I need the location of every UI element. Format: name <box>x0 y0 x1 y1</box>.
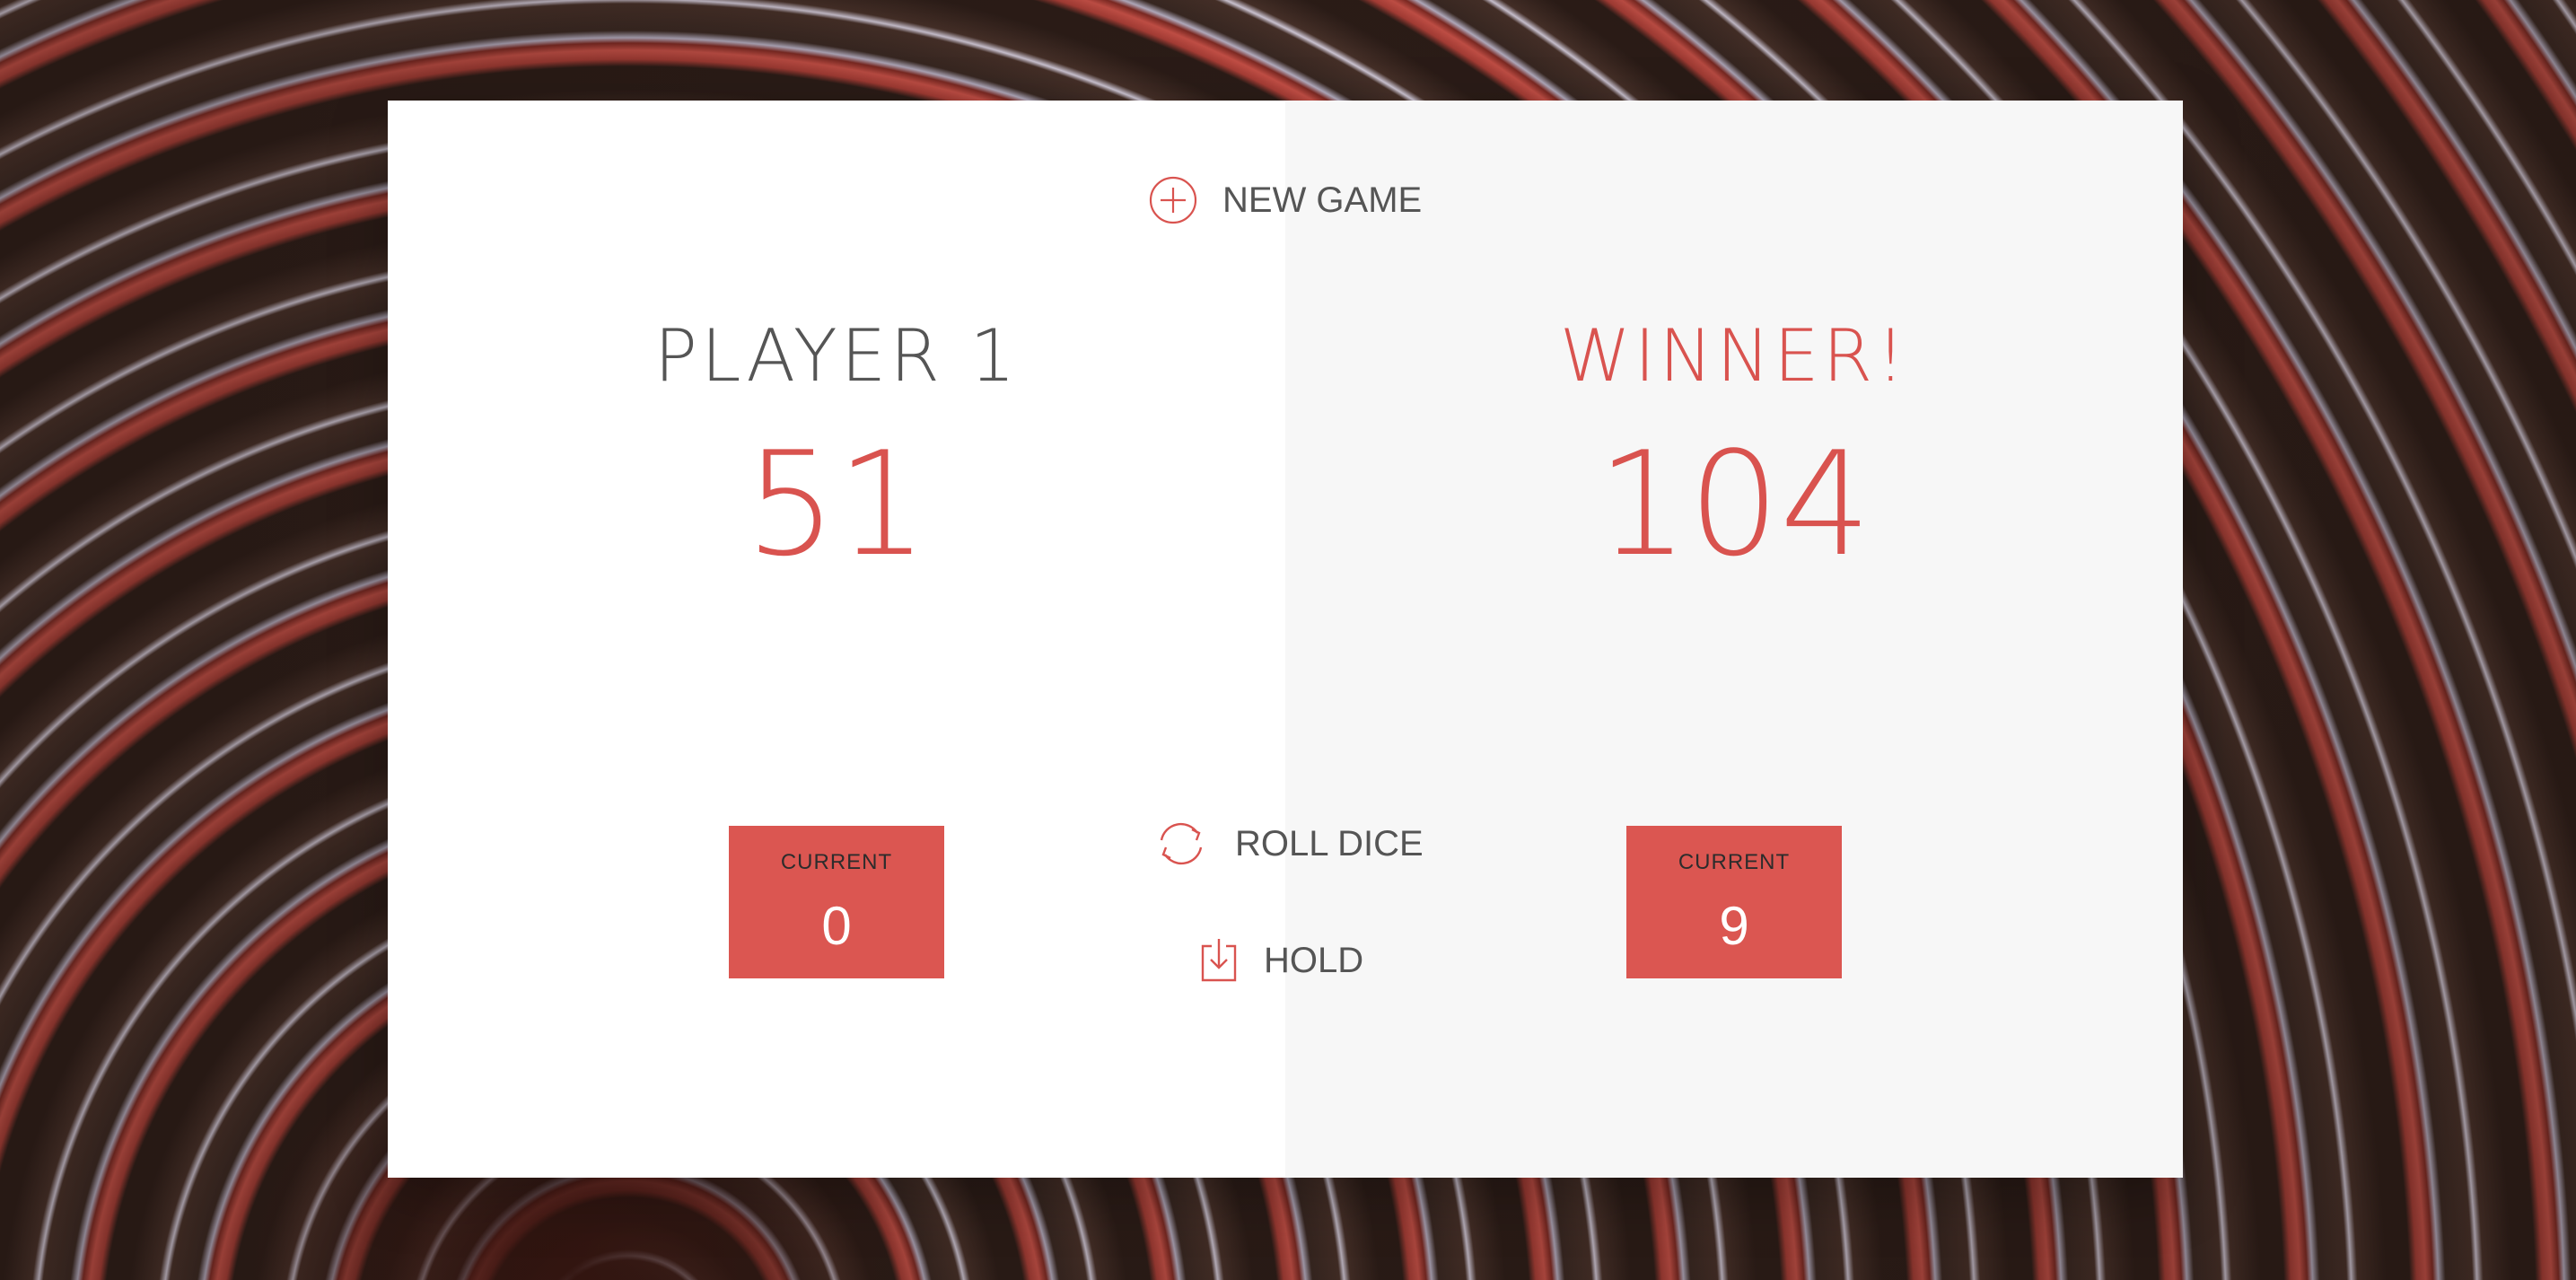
game-board: PLAYER 1 51 CURRENT 0 WINNER! 104 CURREN… <box>388 101 2183 1178</box>
roll-dice-button[interactable]: ROLL DICE <box>1152 819 1424 869</box>
player-1-score: 51 <box>745 420 928 588</box>
player-2-current-value: 9 <box>1719 896 1749 956</box>
player-1-panel: PLAYER 1 51 CURRENT 0 <box>388 101 1285 1178</box>
player-2-name: WINNER! <box>1559 314 1909 398</box>
player-1-current-label: CURRENT <box>780 850 893 874</box>
new-game-label: NEW GAME <box>1222 180 1423 220</box>
player-2-panel: WINNER! 104 CURRENT 9 <box>1285 101 2183 1178</box>
player-1-current-value: 0 <box>821 896 852 956</box>
hold-button[interactable]: HOLD <box>1199 937 1363 984</box>
player-2-score: 104 <box>1597 420 1871 588</box>
hold-label: HOLD <box>1264 940 1364 980</box>
add-circle-icon <box>1149 176 1197 224</box>
refresh-icon <box>1152 819 1210 869</box>
player-1-name: PLAYER 1 <box>653 314 1020 398</box>
player-2-current-label: CURRENT <box>1678 850 1791 874</box>
player-1-current-box: CURRENT 0 <box>729 826 944 978</box>
player-2-current-box: CURRENT 9 <box>1626 826 1842 978</box>
new-game-button[interactable]: NEW GAME <box>1149 176 1422 224</box>
roll-dice-label: ROLL DICE <box>1235 823 1424 864</box>
download-icon <box>1199 937 1239 984</box>
